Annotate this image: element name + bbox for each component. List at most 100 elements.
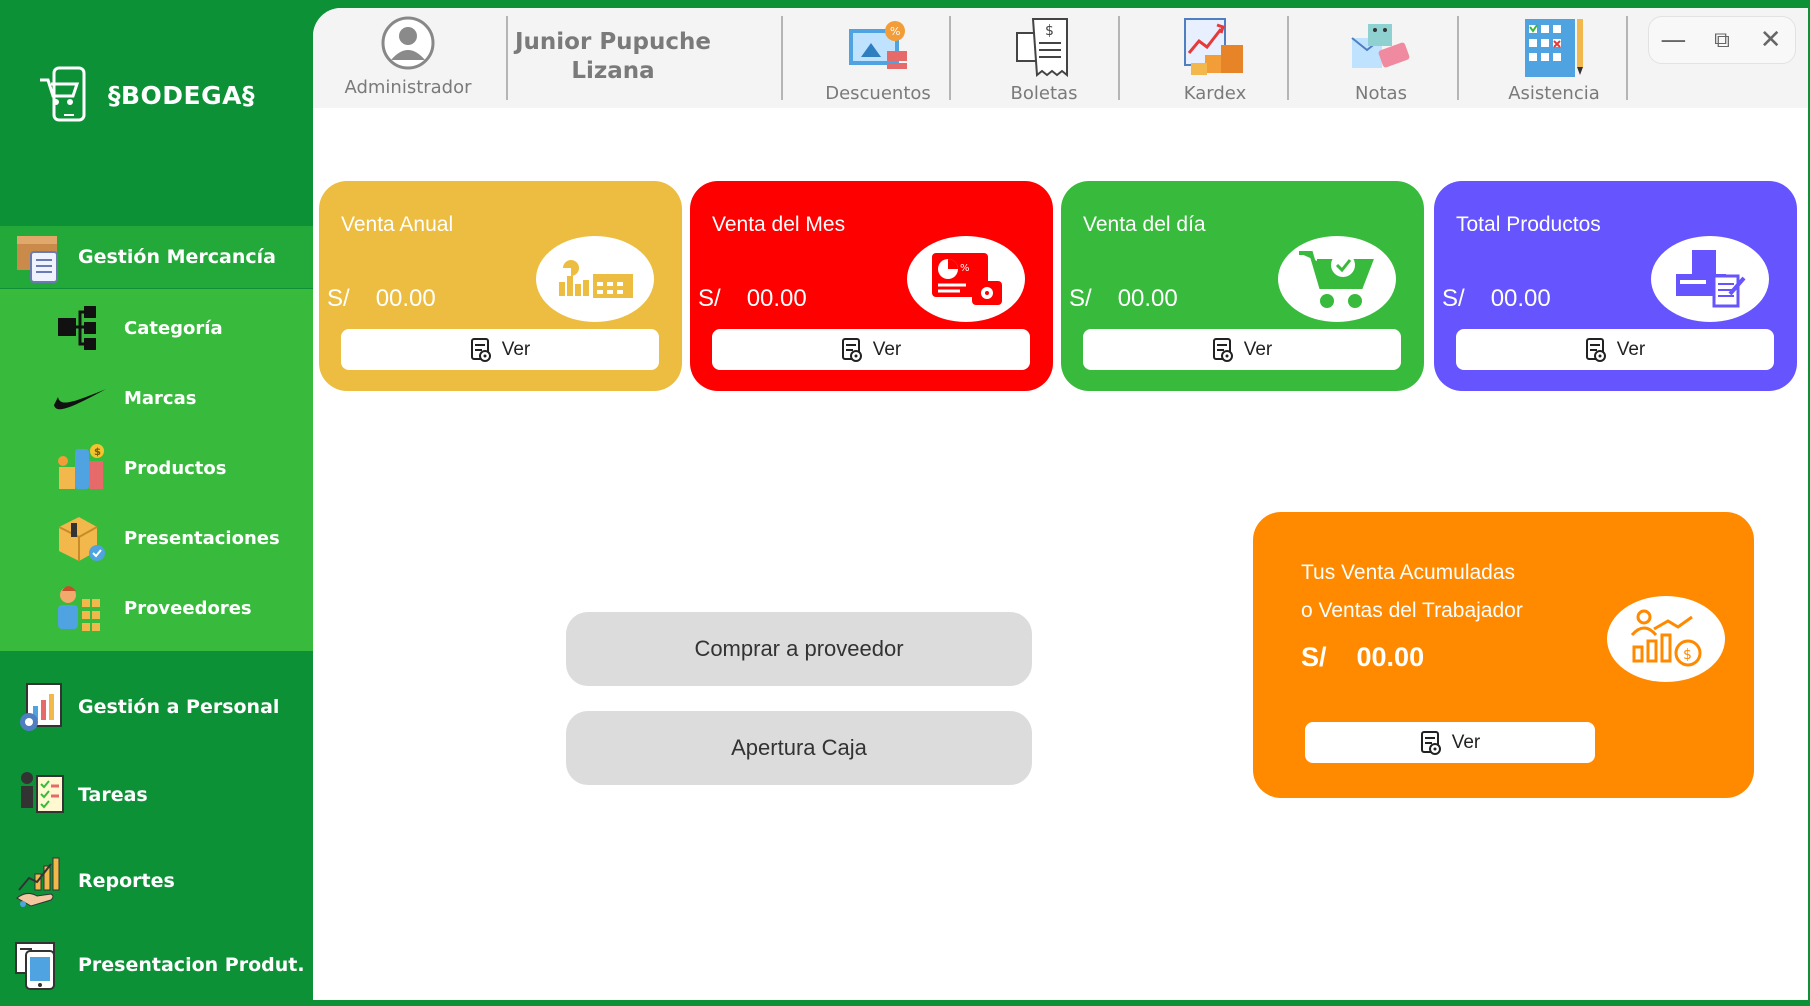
sidebar: §BODEGA§ Gestión Mercancía Categoría Mar…: [0, 0, 313, 1006]
sidebar-section-gestion-mercancia[interactable]: Gestión Mercancía: [0, 226, 313, 288]
sales-growth-icon: $: [1607, 596, 1725, 682]
minimize-icon[interactable]: —: [1653, 25, 1693, 55]
sidebar-item-proveedores[interactable]: Proveedores: [52, 580, 252, 636]
toolbar-asistencia[interactable]: Asistencia: [1479, 8, 1629, 108]
sidebar-item-label: Proveedores: [124, 597, 252, 619]
open-cash-button[interactable]: Apertura Caja: [566, 711, 1032, 785]
card-amount: S/00.00: [1442, 285, 1551, 312]
sidebar-item-label: Marcas: [124, 387, 197, 409]
toolbar-label: Notas: [1355, 83, 1407, 104]
sidebar-item-marcas[interactable]: Marcas: [52, 370, 196, 426]
toolbar-divider: [1626, 16, 1628, 100]
document-view-icon: [1420, 730, 1441, 755]
user-avatar-icon: [373, 8, 443, 77]
annual-chart-icon: [536, 236, 654, 322]
close-icon[interactable]: ✕: [1751, 25, 1791, 55]
reports-chart-icon: [12, 853, 68, 909]
sidebar-section-label: Gestión a Personal: [78, 696, 280, 718]
card-total-productos: Total Productos S/00.00 Ver: [1434, 181, 1797, 391]
card-venta-mes: Venta del Mes S/00.00 % Ver: [690, 181, 1053, 391]
toolbar-kardex[interactable]: Kardex: [1140, 8, 1290, 108]
sidebar-section-label: Reportes: [78, 870, 175, 892]
card-venta-anual: Venta Anual S/00.00 Ver: [319, 181, 682, 391]
product-presentation-icon: [12, 937, 68, 993]
supplier-icon: [52, 580, 108, 636]
products-total-icon: [1651, 236, 1769, 322]
user-role: Administrador: [344, 77, 472, 98]
toolbar-descuentos[interactable]: % Descuentos: [803, 8, 953, 108]
ver-button[interactable]: Ver: [1083, 329, 1401, 370]
window-controls: — ⧉ ✕: [1648, 16, 1796, 64]
kardex-icon: [1180, 13, 1250, 83]
top-toolbar: Administrador Junior Pupuche Lizana % De…: [313, 8, 1808, 108]
sidebar-section-label: Presentacion Produt.: [78, 954, 305, 976]
sidebar-item-label: Presentaciones: [124, 527, 280, 549]
card-amount: S/00.00: [1301, 642, 1425, 672]
app-logo: §BODEGA§: [38, 66, 255, 124]
svg-text:%: %: [960, 263, 970, 274]
card-title: Tus Venta Acumuladas o Ventas del Trabaj…: [1301, 561, 1523, 622]
toolbar-divider: [781, 16, 783, 100]
sidebar-item-productos[interactable]: $ Productos: [52, 440, 227, 496]
sidebar-item-label: Categoría: [124, 317, 223, 339]
attendance-icon: [1519, 13, 1589, 83]
category-cubes-icon: [52, 300, 108, 356]
ver-button[interactable]: Ver: [1305, 722, 1595, 763]
card-accumulated-sales: Tus Venta Acumuladas o Ventas del Trabaj…: [1253, 512, 1754, 798]
toolbar-divider: [1457, 16, 1459, 100]
svg-text:$: $: [1683, 647, 1692, 663]
toolbar-divider: [1118, 16, 1120, 100]
package-icon: [52, 510, 108, 566]
toolbar-label: Boletas: [1010, 83, 1078, 104]
card-amount: S/00.00: [1069, 285, 1178, 312]
discounts-icon: %: [843, 13, 913, 83]
document-view-icon: [470, 337, 491, 362]
sidebar-section-presentacion-produt[interactable]: Presentacion Produt.: [0, 934, 313, 996]
toolbar-notas[interactable]: Notas: [1306, 8, 1456, 108]
svg-text:%: %: [890, 25, 900, 38]
sidebar-section-reportes[interactable]: Reportes: [0, 850, 313, 912]
cart-phone-icon: [40, 66, 86, 122]
box-clipboard-icon: [12, 229, 68, 285]
card-title: Venta del Mes: [712, 213, 846, 236]
card-venta-dia: Venta del día S/00.00 Ver: [1061, 181, 1424, 391]
receipts-icon: $: [1009, 13, 1079, 83]
sidebar-section-label: Tareas: [78, 784, 148, 806]
sidebar-item-categoria[interactable]: Categoría: [52, 300, 223, 356]
brand-swoosh-icon: [52, 370, 108, 426]
products-icon: $: [52, 440, 108, 496]
admin-profile[interactable]: Administrador: [333, 8, 483, 108]
document-view-icon: [841, 337, 862, 362]
toolbar-label: Asistencia: [1508, 83, 1600, 104]
toolbar-divider: [1287, 16, 1289, 100]
sidebar-section-label: Gestión Mercancía: [78, 246, 276, 268]
user-name: Junior Pupuche Lizana: [514, 29, 712, 84]
sidebar-submenu: Categoría Marcas $ Productos Presentacio…: [0, 289, 313, 651]
notes-icon: [1346, 13, 1416, 83]
shopping-cart-icon: [1278, 236, 1396, 322]
document-view-icon: [1212, 337, 1233, 362]
card-title: Venta Anual: [341, 213, 454, 236]
restore-icon[interactable]: ⧉: [1702, 28, 1742, 53]
svg-text:$: $: [1045, 23, 1054, 39]
ver-button[interactable]: Ver: [1456, 329, 1774, 370]
ver-button[interactable]: Ver: [712, 329, 1030, 370]
sidebar-section-gestion-personal[interactable]: Gestión a Personal: [0, 676, 313, 738]
svg-text:$: $: [94, 447, 101, 458]
sidebar-item-presentaciones[interactable]: Presentaciones: [52, 510, 280, 566]
toolbar-boletas[interactable]: $ Boletas: [969, 8, 1119, 108]
app-title: §BODEGA§: [108, 80, 256, 110]
buy-supplier-button[interactable]: Comprar a proveedor: [566, 612, 1032, 686]
sidebar-section-tareas[interactable]: Tareas: [0, 764, 313, 826]
toolbar-label: Descuentos: [825, 83, 931, 104]
main-panel: Administrador Junior Pupuche Lizana % De…: [313, 8, 1808, 1000]
card-title: Venta del día: [1083, 213, 1206, 236]
monthly-sales-icon: %: [907, 236, 1025, 322]
card-amount: S/00.00: [327, 285, 436, 312]
document-view-icon: [1585, 337, 1606, 362]
tasks-icon: [12, 767, 68, 823]
toolbar-divider: [949, 16, 951, 100]
ver-button[interactable]: Ver: [341, 329, 659, 370]
toolbar-label: Kardex: [1183, 83, 1247, 104]
sidebar-item-label: Productos: [124, 457, 227, 479]
